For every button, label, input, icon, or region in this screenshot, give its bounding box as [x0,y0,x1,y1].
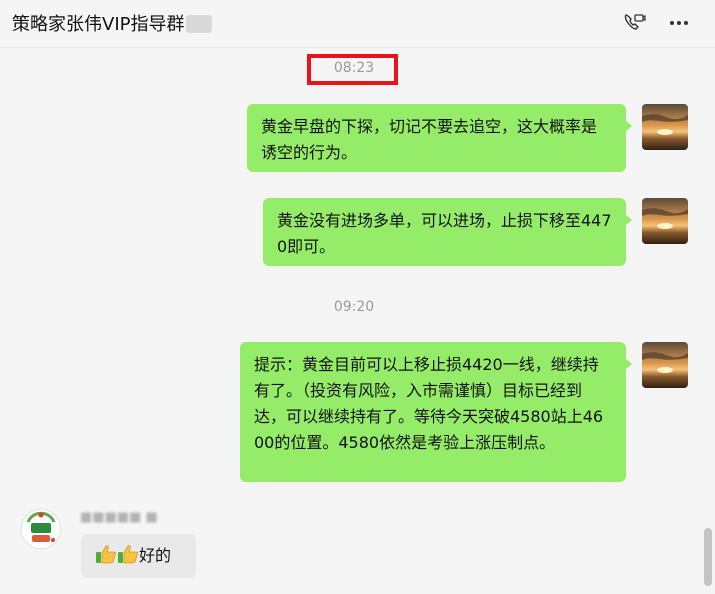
avatar[interactable] [642,198,688,244]
timestamp: 08:23 [333,60,375,76]
video-call-icon[interactable] [618,7,648,37]
chat-title-text: 策略家张伟VIP指导群 [12,14,185,35]
avatar[interactable] [642,342,688,388]
thumbs-up-icon [95,537,117,581]
avatar[interactable] [642,104,688,150]
sender-name-redacted: ■■■■■ ■ [80,510,158,525]
scrollbar[interactable] [704,528,712,586]
thumbs-up-icon [117,537,139,581]
sender-avatar[interactable] [20,508,62,550]
message-bubble[interactable]: 黄金早盘的下探，切记不要去追空，这大概率是诱空的行为。 [247,104,632,172]
timestamp: 09:20 [333,299,375,315]
chat-header: 策略家张伟VIP指导群 [0,0,715,48]
chat-title: 策略家张伟VIP指导群 [12,10,213,36]
message-text: 好的 [139,546,172,565]
member-count-redacted [186,15,213,33]
more-dots-icon[interactable] [664,7,694,37]
message-bubble-incoming[interactable]: 好的 [81,534,196,578]
message-bubble[interactable]: 黄金没有进场多单，可以进场，止损下移至4470即可。 [263,198,632,266]
message-bubble[interactable]: 提示：黄金目前可以上移止损4420一线，继续持有了。（投资有风险，入市需谨慎）目… [240,342,632,482]
